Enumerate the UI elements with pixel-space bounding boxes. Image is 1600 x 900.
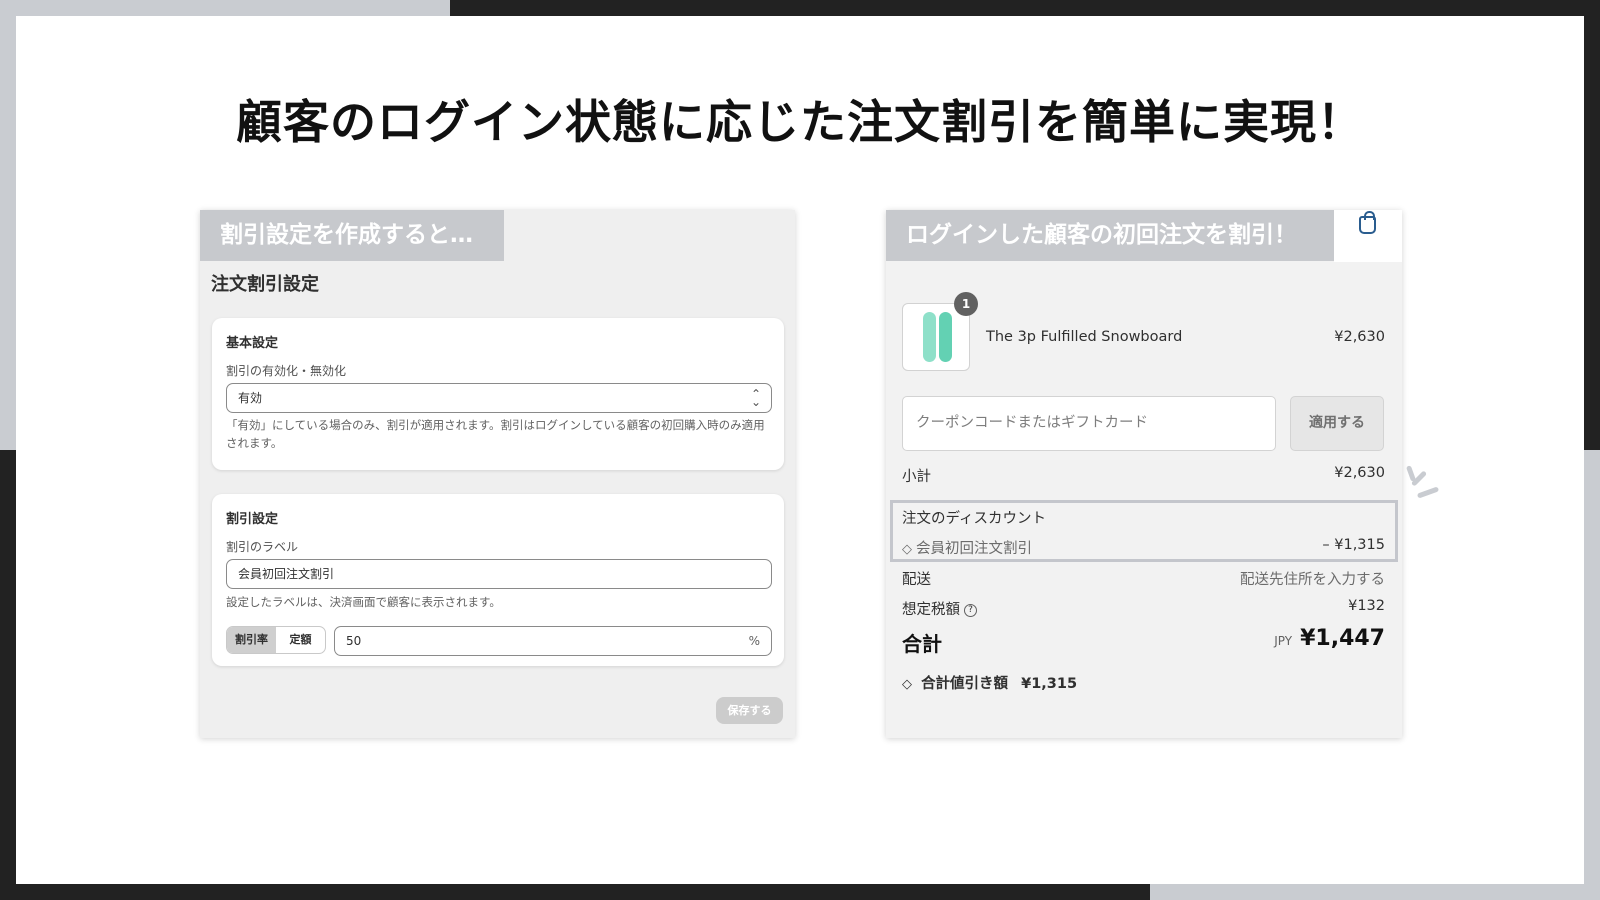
total-amount: JPY ¥1,447: [1274, 626, 1385, 651]
page-title: 注文割引設定: [211, 274, 319, 295]
tax-value: ¥132: [1348, 598, 1385, 614]
panel-tag-left: 割引設定を作成すると…: [200, 210, 504, 261]
discount-settings-panel: 割引設定を作成すると… 注文割引設定 基本設定 割引の有効化・無効化 有効 ⌃ ⌄…: [200, 210, 795, 738]
discount-name: 会員初回注文割引: [916, 541, 1032, 557]
product-name: The 3p Fulfilled Snowboard: [986, 329, 1183, 345]
total-savings: ◇ 合計値引き額 ¥1,315: [902, 672, 1077, 693]
snowboard-image-right: [939, 312, 952, 362]
shipping-label: 配送: [902, 572, 931, 588]
discount-type-percentage[interactable]: 割引率: [227, 627, 276, 653]
savings-label: 合計値引き額: [921, 676, 1009, 692]
discount-type-toggle: 割引率 定額: [226, 626, 326, 654]
basic-settings-card: 基本設定 割引の有効化・無効化 有効 ⌃ ⌄ 「有効」にしている場合のみ、割引が適…: [212, 318, 784, 470]
shopping-bag-icon[interactable]: [1359, 211, 1376, 234]
order-discount-label: 注文のディスカウント: [902, 511, 1046, 527]
total-label: 合計: [902, 632, 942, 656]
help-circle-icon[interactable]: ?: [964, 603, 977, 617]
tax-label: 想定税額: [902, 602, 960, 618]
apply-coupon-button[interactable]: 適用する: [1290, 396, 1384, 451]
tag-icon: ◇: [902, 677, 912, 692]
shipping-value: 配送先住所を入力する: [1240, 572, 1385, 588]
checkout-panel: ログインした顧客の初回注文を割引！ 1 The 3p Fulfilled Sno…: [886, 210, 1402, 738]
select-chevron-icon: ⌃ ⌄: [751, 387, 762, 409]
panel-tag-right: ログインした顧客の初回注文を割引！: [886, 210, 1334, 261]
percent-suffix: %: [748, 634, 760, 648]
enable-select-label: 割引の有効化・無効化: [226, 364, 347, 378]
quantity-badge: 1: [954, 292, 978, 316]
discount-label-help: 設定したラベルは、決済画面で顧客に表示されます。: [226, 595, 501, 609]
total-currency: JPY: [1274, 634, 1293, 648]
tag-icon: ◇: [902, 542, 912, 557]
subtotal-label: 小計: [902, 469, 931, 485]
discount-value: – ¥1,315: [1322, 537, 1385, 553]
save-button[interactable]: 保存する: [716, 697, 783, 724]
discount-label-input[interactable]: 会員初回注文割引: [226, 559, 772, 589]
discount-settings-card: 割引設定 割引のラベル 会員初回注文割引 設定したラベルは、決済画面で顧客に表示…: [212, 494, 784, 666]
discount-settings-heading: 割引設定: [226, 512, 279, 527]
headline: 顧客のログイン状態に応じた注文割引を簡単に実現！: [236, 95, 1364, 149]
discount-type-fixed[interactable]: 定額: [276, 627, 325, 653]
savings-value: ¥1,315: [1021, 676, 1078, 692]
total-value: ¥1,447: [1300, 626, 1385, 651]
enable-select[interactable]: 有効 ⌃ ⌄: [226, 383, 772, 413]
coupon-input[interactable]: クーポンコードまたはギフトカード: [902, 396, 1276, 451]
tax-row: 想定税額?: [902, 598, 977, 619]
enable-select-value: 有効: [238, 391, 263, 405]
basic-settings-heading: 基本設定: [226, 336, 279, 351]
product-price: ¥2,630: [1334, 329, 1385, 345]
enable-help-text: 「有効」にしている場合のみ、割引が適用されます。割引はログインしている顧客の初回…: [226, 418, 765, 450]
cart-header: [1334, 210, 1402, 262]
discount-amount-value: 50: [346, 634, 362, 648]
discount-amount-input[interactable]: 50 %: [334, 626, 772, 656]
subtotal-value: ¥2,630: [1334, 465, 1385, 481]
snowboard-image-left: [923, 312, 936, 362]
discount-label-label: 割引のラベル: [226, 540, 299, 554]
discount-line: ◇ 会員初回注文割引: [902, 537, 1032, 558]
